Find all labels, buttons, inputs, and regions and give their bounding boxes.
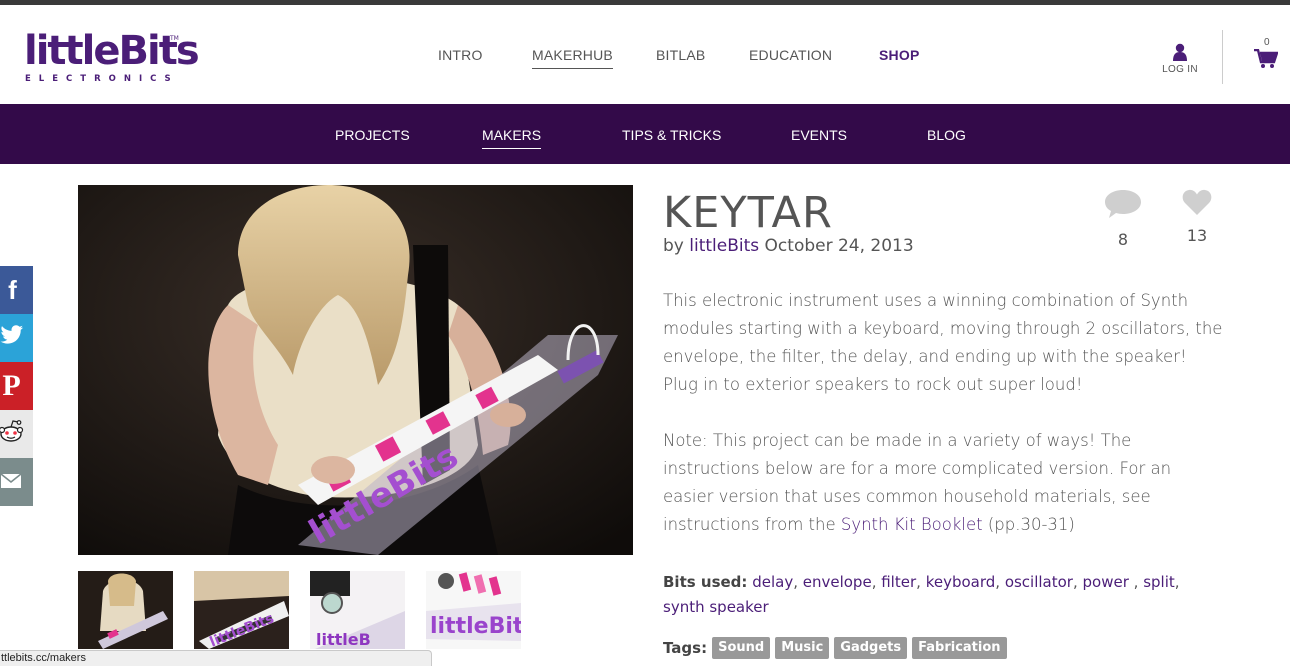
cart-count: 0 [1264, 37, 1270, 48]
keytar-photo: littleBits [78, 185, 633, 555]
site-header: littleBits TM ELECTRONICS INTRO MAKERHUB… [0, 5, 1290, 104]
thumbnail-image: littleBits [194, 571, 289, 649]
bit-link[interactable]: power [1083, 573, 1129, 591]
logo-tagline: ELECTRONICS [25, 74, 179, 84]
thumbnail-4[interactable]: littleBits [426, 571, 521, 649]
like-count: 13 [1186, 226, 1208, 245]
main-nav: INTRO MAKERHUB BITLAB EDUCATION SHOP [0, 47, 1290, 69]
thumbnail-2[interactable]: littleBits [194, 571, 289, 649]
bit-link[interactable]: filter [881, 573, 916, 591]
nav-bitlab[interactable]: BITLAB [656, 47, 705, 63]
tag-chip[interactable]: Gadgets [834, 637, 908, 659]
like-button[interactable]: 13 [1180, 188, 1214, 245]
thumbnail-image: littleB [310, 571, 405, 649]
twitter-icon [0, 325, 24, 351]
svg-text:littleB: littleB [316, 630, 371, 649]
bit-link[interactable]: oscillator [1005, 573, 1073, 591]
cart-button[interactable]: 0 [1252, 37, 1282, 77]
project-byline: by littleBits October 24, 2013 [663, 236, 914, 256]
bit-link[interactable]: delay [752, 573, 793, 591]
tag-chip[interactable]: Sound [712, 637, 771, 659]
bit-link[interactable]: synth speaker [663, 598, 769, 616]
subnav-events[interactable]: EVENTS [791, 127, 847, 143]
author-link[interactable]: littleBits [689, 236, 759, 256]
project-description: This electronic instrument uses a winnin… [663, 291, 1223, 394]
pinterest-icon: P [2, 369, 21, 402]
thumbnail-image: littleBits [426, 571, 521, 649]
bit-link[interactable]: split [1143, 573, 1175, 591]
thumbnail-1[interactable] [78, 571, 173, 649]
synth-kit-booklet-link[interactable]: Synth Kit Booklet [841, 515, 983, 534]
login-button[interactable]: LOG IN [1160, 43, 1200, 83]
heart-icon [1182, 189, 1212, 220]
facebook-share-button[interactable]: f [0, 266, 33, 314]
facebook-icon: f [8, 274, 17, 305]
header-divider [1222, 30, 1223, 84]
project-hero-photo[interactable]: littleBits [78, 185, 633, 555]
twitter-share-button[interactable] [0, 314, 33, 362]
subnav-tips-tricks[interactable]: TIPS & TRICKS [622, 127, 721, 143]
speech-bubble-icon [1104, 190, 1142, 224]
bits-used-label: Bits used: [663, 573, 748, 591]
project-note: Note: This project can be made in a vari… [663, 427, 1223, 539]
cart-icon [1254, 48, 1279, 73]
user-icon [1160, 43, 1200, 61]
social-share-bar: f P [0, 266, 33, 506]
email-icon [0, 470, 22, 495]
project-tags: Tags: Sound Music Gadgets Fabrication [663, 637, 1007, 659]
tag-chip[interactable]: Fabrication [912, 637, 1007, 659]
pinterest-share-button[interactable]: P [0, 362, 33, 410]
comment-count: 8 [1117, 230, 1129, 249]
nav-shop[interactable]: SHOP [879, 47, 919, 63]
login-label: LOG IN [1162, 64, 1198, 75]
thumbnail-image [78, 571, 173, 649]
subnav-blog[interactable]: BLOG [927, 127, 966, 143]
bits-used: Bits used: delay, envelope, filter, keyb… [663, 573, 1180, 616]
nav-education[interactable]: EDUCATION [749, 47, 832, 63]
thumbnail-3[interactable]: littleB [310, 571, 405, 649]
subnav-projects[interactable]: PROJECTS [335, 127, 410, 143]
logo-trademark: TM [170, 35, 179, 42]
nav-makerhub[interactable]: MAKERHUB [532, 47, 613, 69]
byline-prefix: by [663, 236, 684, 256]
reddit-share-button[interactable] [0, 410, 33, 458]
subnav-makers[interactable]: MAKERS [482, 127, 542, 149]
project-title: KEYTAR [663, 188, 833, 238]
bit-link[interactable]: keyboard [926, 573, 996, 591]
comments-button[interactable]: 8 [1103, 188, 1143, 249]
svg-text:littleBits: littleBits [430, 614, 521, 639]
browser-status-bar: ttlebits.cc/makers [0, 650, 432, 666]
tag-chip[interactable]: Music [775, 637, 830, 659]
tags-label: Tags: [663, 639, 708, 657]
reddit-icon [0, 420, 24, 448]
note-pages: (pp.30-31) [987, 515, 1075, 534]
publish-date: October 24, 2013 [764, 236, 914, 256]
bit-link[interactable]: envelope [803, 573, 872, 591]
nav-intro[interactable]: INTRO [438, 47, 483, 63]
section-nav: PROJECTS MAKERS TIPS & TRICKS EVENTS BLO… [0, 104, 1290, 164]
email-share-button[interactable] [0, 458, 33, 506]
